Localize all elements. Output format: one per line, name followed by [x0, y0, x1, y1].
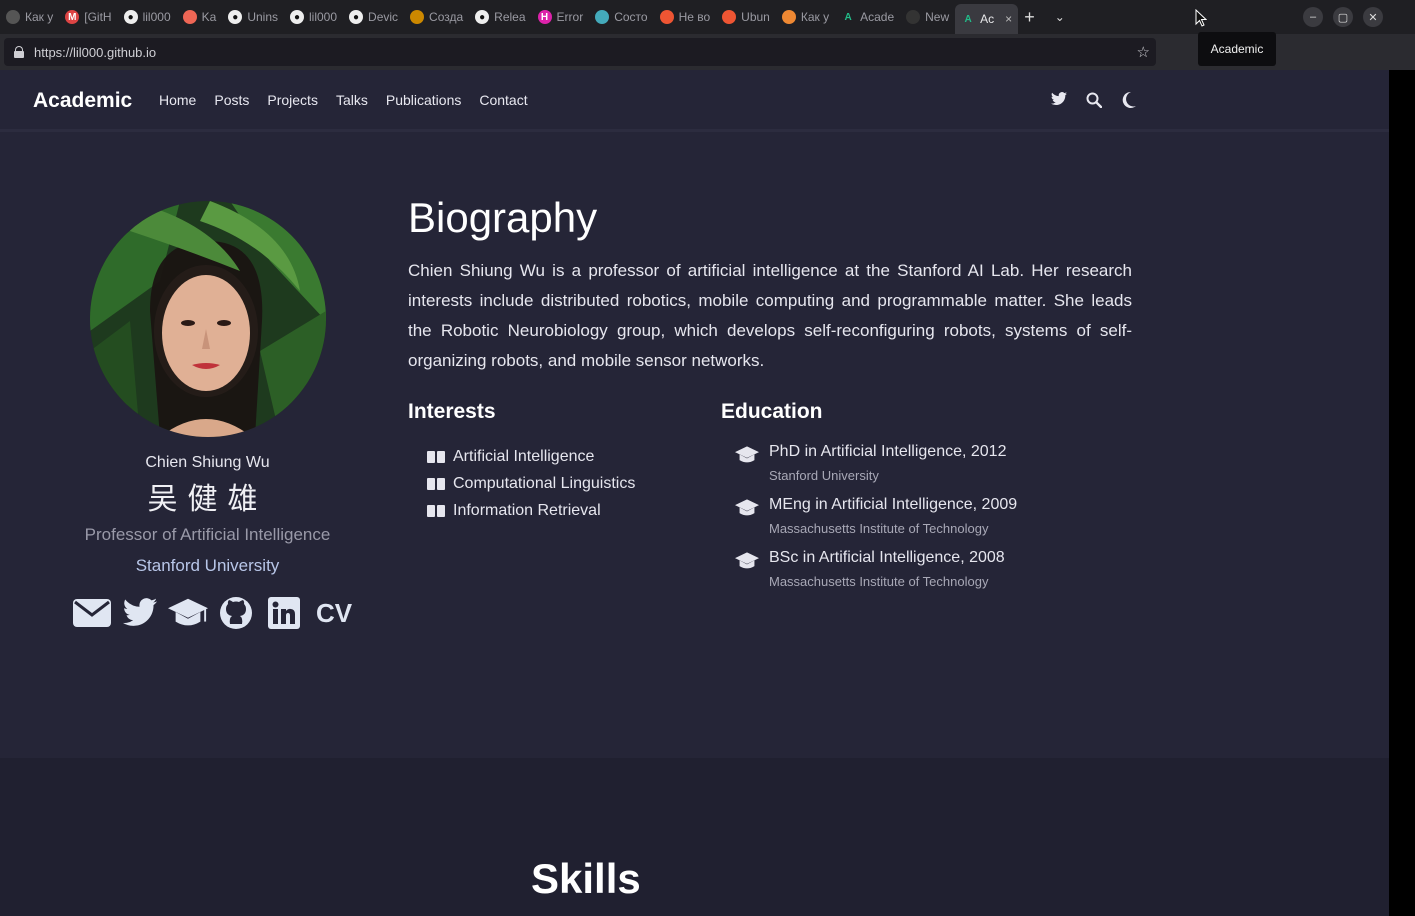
web-page: Academic Home Posts Projects Talks Publi…: [0, 70, 1389, 916]
nav-home[interactable]: Home: [159, 92, 196, 108]
ubuntu-icon: [722, 10, 737, 24]
minimize-button[interactable]: –: [1303, 7, 1323, 27]
tab-favicon-icon: [182, 10, 197, 24]
interests-heading: Interests: [408, 400, 496, 423]
twitter-icon[interactable]: [1050, 92, 1067, 112]
browser-tab[interactable]: A Acade: [835, 2, 900, 32]
browser-tab[interactable]: He во: [654, 2, 717, 32]
list-item: Artificial Intelligence: [427, 443, 635, 470]
url-text: https://lil000.github.io: [34, 44, 157, 60]
tab-favicon-icon: [906, 10, 921, 24]
github-icon: ●: [349, 10, 364, 24]
linkedin-icon[interactable]: [264, 595, 304, 631]
bookmark-star-icon[interactable]: ☆: [1137, 43, 1150, 61]
education-institution: Massachusetts Institute of Technology: [769, 521, 989, 536]
dark-mode-moon-icon[interactable]: [1120, 91, 1137, 112]
browser-tab[interactable]: H Error: [532, 2, 590, 32]
graduation-cap-icon: [735, 552, 759, 569]
close-tab-icon[interactable]: ×: [1005, 12, 1012, 26]
github-icon: ●: [228, 10, 243, 24]
tab-favicon-icon: [659, 10, 674, 24]
graduation-cap-icon: [735, 446, 759, 463]
github-icon[interactable]: [216, 595, 256, 631]
skills-section: [0, 758, 1389, 916]
browser-tab[interactable]: Как у: [0, 2, 59, 32]
tab-favicon-icon: [781, 10, 796, 24]
close-window-button[interactable]: ✕: [1363, 7, 1383, 27]
tab-favicon-icon: [410, 10, 425, 24]
biography-text: Chien Shiung Wu is a professor of artifi…: [408, 261, 1132, 370]
education-institution: Massachusetts Institute of Technology: [769, 574, 989, 589]
browser-tab[interactable]: Ubun: [716, 2, 776, 32]
book-icon: [427, 477, 445, 491]
tab-list-chevron-icon[interactable]: ⌄: [1041, 10, 1079, 24]
mouse-cursor-icon: [1195, 9, 1207, 27]
education-degree: PhD in Artificial Intelligence, 2012: [769, 443, 1007, 460]
browser-tab[interactable]: ● lil000: [284, 2, 343, 32]
education-institution: Stanford University: [769, 468, 879, 483]
nav-links: Home Posts Projects Talks Publications C…: [159, 92, 528, 108]
nav-talks[interactable]: Talks: [336, 92, 368, 108]
profile-name: Chien Shiung Wu: [145, 454, 270, 471]
url-bar[interactable]: https://lil000.github.io ☆: [4, 38, 1156, 66]
github-icon: ●: [290, 10, 304, 24]
tab-favicon-icon: [595, 10, 610, 24]
avatar: [90, 201, 326, 437]
window-controls: – ▢ ✕: [1303, 7, 1383, 27]
active-tab[interactable]: A Ac ×: [955, 4, 1019, 34]
education-degree: BSc in Artificial Intelligence, 2008: [769, 549, 1005, 566]
list-item: Computational Linguistics: [427, 470, 635, 497]
email-envelope-icon[interactable]: [72, 595, 112, 631]
profile-name-cjk: 吴健雄: [147, 482, 268, 517]
tab-tooltip: Academic: [1198, 32, 1276, 66]
education-degree: MEng in Artificial Intelligence, 2009: [769, 496, 1018, 513]
browser-tab[interactable]: Ka: [177, 2, 223, 32]
avatar-photo: [90, 201, 326, 437]
browser-tab[interactable]: ● Relea: [469, 2, 531, 32]
nav-contact[interactable]: Contact: [479, 92, 527, 108]
education-heading: Education: [721, 400, 823, 423]
window-edge: [1389, 70, 1415, 916]
browser-tab[interactable]: Созда: [404, 2, 469, 32]
site-navbar: Academic Home Posts Projects Talks Publi…: [0, 70, 1389, 132]
twitter-icon[interactable]: [120, 595, 160, 631]
github-icon: ●: [123, 10, 138, 24]
lock-icon: [14, 46, 24, 58]
nav-publications[interactable]: Publications: [386, 92, 462, 108]
nav-icons: [1050, 91, 1137, 112]
browser-tab[interactable]: ● lil000: [118, 2, 177, 32]
profile-organization[interactable]: Stanford University: [0, 556, 415, 576]
graduation-cap-icon[interactable]: [168, 595, 208, 631]
search-icon[interactable]: [1085, 92, 1102, 112]
github-icon: ●: [475, 10, 490, 24]
social-links: CV: [72, 595, 354, 631]
tab-favicon-icon: [6, 10, 20, 24]
browser-tab[interactable]: ● Unins: [222, 2, 284, 32]
maximize-button[interactable]: ▢: [1333, 7, 1353, 27]
browser-tab[interactable]: Состо: [589, 2, 653, 32]
profile-role: Professor of Artificial Intelligence: [84, 525, 331, 544]
nav-projects[interactable]: Projects: [267, 92, 318, 108]
academic-icon: A: [964, 13, 972, 25]
gmail-icon: M: [65, 10, 80, 24]
new-tab-button[interactable]: +: [1018, 7, 1041, 28]
interests-list: Artificial Intelligence Computational Li…: [427, 443, 635, 524]
tab-favicon-icon: H: [537, 10, 552, 24]
browser-tab[interactable]: New: [900, 2, 955, 32]
browser-tab[interactable]: M [GitH: [59, 2, 117, 32]
site-brand[interactable]: Academic: [33, 89, 132, 113]
book-icon: [427, 504, 445, 518]
biography-heading: Biography: [408, 194, 598, 241]
cv-link[interactable]: CV: [314, 595, 354, 631]
browser-tab[interactable]: ● Devic: [343, 2, 404, 32]
list-item: Information Retrieval: [427, 497, 635, 524]
book-icon: [427, 450, 445, 464]
nav-posts[interactable]: Posts: [214, 92, 249, 108]
skills-heading: Skills: [531, 855, 641, 902]
browser-window: Как у M [GitH ● lil000 Ka ● Unins ● lil000 ●…: [0, 0, 1415, 916]
academic-icon: A: [844, 11, 852, 23]
graduation-cap-icon: [735, 499, 759, 516]
browser-tab[interactable]: Как у: [776, 2, 835, 32]
